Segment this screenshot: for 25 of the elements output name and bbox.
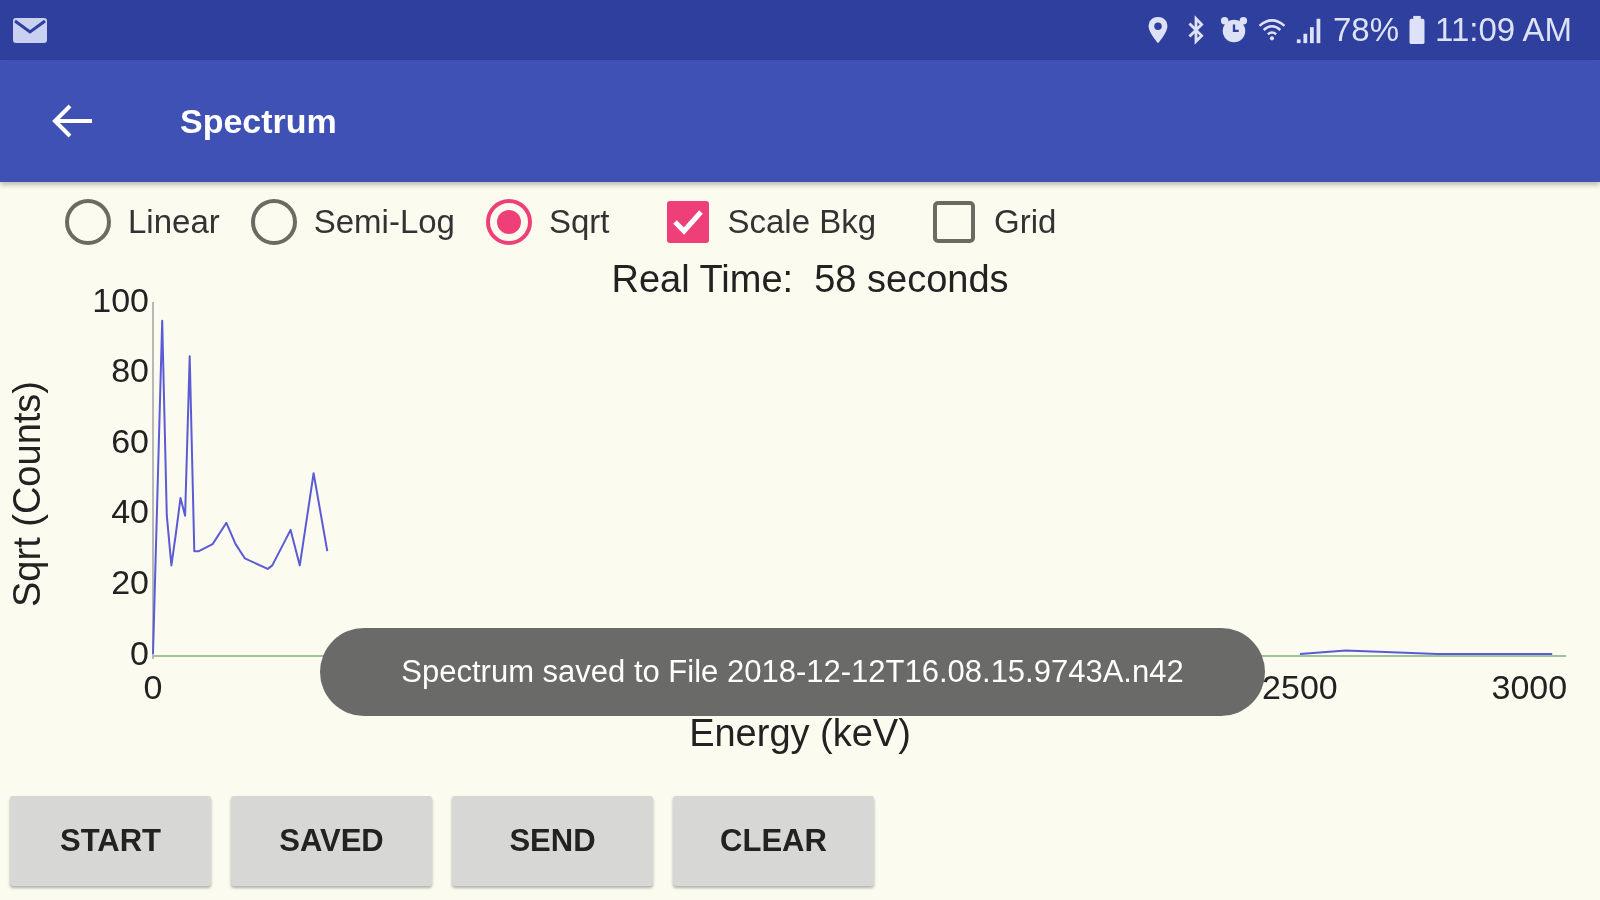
screen-title: Spectrum <box>180 101 337 141</box>
back-arrow-icon[interactable] <box>50 103 94 139</box>
battery-icon <box>1407 15 1427 45</box>
y-tick-label: 60 <box>111 421 149 460</box>
radio-option[interactable]: Linear <box>64 198 220 246</box>
checkbox-option[interactable]: Scale Bkg <box>663 198 877 246</box>
mail-icon <box>12 15 48 45</box>
chart-title: Real Time: 58 seconds <box>611 262 1009 300</box>
radio-option[interactable]: Semi-Log <box>249 198 455 246</box>
clock: 11:09 AM <box>1435 11 1572 49</box>
checkbox-option[interactable]: Grid <box>930 198 1057 246</box>
action-button[interactable]: SEND <box>452 796 653 886</box>
y-axis-label: Sqrt (Counts) <box>6 381 48 607</box>
x-tick-label: 2500 <box>1262 668 1338 706</box>
y-tick-label: 20 <box>111 562 149 601</box>
x-tick-label: 3000 <box>1491 668 1568 706</box>
action-button[interactable]: START <box>10 796 211 886</box>
y-tick-label: 80 <box>111 351 149 390</box>
action-button[interactable]: CLEAR <box>673 796 874 886</box>
action-button[interactable]: SAVED <box>231 796 432 886</box>
battery-percent: 78% <box>1332 11 1399 49</box>
y-tick-label: 40 <box>111 492 149 531</box>
radio-option[interactable]: Sqrt <box>484 198 610 246</box>
y-tick-label: 100 <box>92 280 149 319</box>
alarm-icon <box>1218 15 1249 45</box>
